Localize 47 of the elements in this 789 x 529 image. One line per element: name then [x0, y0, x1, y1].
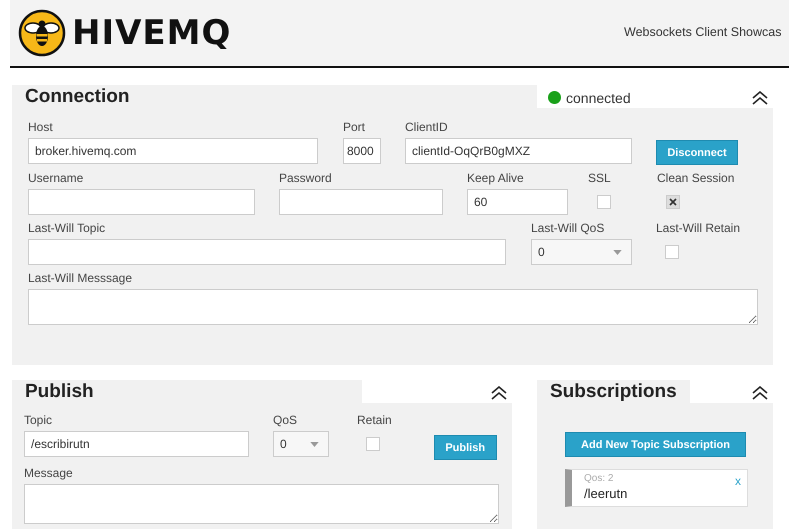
client-id-field[interactable]: clientId-OqQrB0gMXZ — [405, 138, 632, 164]
last-will-retain-checkbox[interactable] — [665, 245, 679, 259]
panel-title: Connection — [12, 85, 537, 108]
field-label: Username — [28, 171, 84, 187]
field-label: Retain — [357, 413, 392, 429]
retain-checkbox[interactable] — [366, 437, 380, 451]
keep-alive-field[interactable]: 60 — [467, 189, 568, 215]
field-label: Host — [28, 120, 54, 136]
status-text: connected — [566, 90, 631, 106]
field-label: Last-Will Retain — [656, 221, 740, 237]
subscription-topic: /leerutn — [584, 486, 628, 501]
last-will-qos-dropdown[interactable]: 0 — [531, 239, 632, 265]
caret-icon — [613, 250, 622, 254]
qos-label: Qos: 2 — [584, 473, 614, 484]
caret-icon — [310, 442, 319, 446]
host-field[interactable]: broker.hivemq.com — [28, 138, 318, 164]
port-field[interactable]: 8000 — [343, 138, 381, 164]
field-label: Topic — [24, 413, 54, 429]
clean-session-checkbox[interactable] — [666, 195, 680, 209]
field-label: Keep Alive — [467, 171, 525, 187]
last-will-topic-field[interactable] — [28, 239, 506, 265]
field-label: Password — [279, 171, 333, 187]
field-label: Port — [343, 120, 366, 136]
field-label: Message — [24, 466, 74, 482]
collapse-icon[interactable] — [491, 386, 507, 400]
field-label: Last-Will Topic — [28, 221, 106, 237]
collapse-icon[interactable] — [752, 90, 768, 104]
panel-title: Subscriptions — [537, 380, 690, 403]
field-label: ClientID — [405, 120, 449, 136]
last-will-message-field[interactable] — [28, 289, 758, 325]
field-label: Clean Session — [657, 171, 734, 187]
topic-field[interactable]: /escribirutn — [24, 431, 249, 457]
qos-dropdown[interactable]: 0 — [273, 431, 329, 457]
collapse-icon[interactable] — [752, 386, 768, 400]
field-label: QoS — [273, 413, 298, 429]
ssl-checkbox[interactable] — [597, 195, 611, 209]
username-field[interactable] — [28, 189, 255, 215]
field-label: SSL — [588, 171, 612, 187]
page-subtitle: Websockets Client Showcas — [624, 25, 782, 39]
panel-title: Publish — [12, 380, 362, 403]
bee-logo-icon — [18, 9, 66, 57]
logo-text: HIVEMQ — [72, 13, 232, 53]
field-label: Last-Will Messsage — [28, 271, 134, 287]
password-field[interactable] — [279, 189, 443, 215]
field-label: Last-Will QoS — [531, 221, 606, 237]
subscription-item[interactable]: Qos: 2 /leerutn x — [565, 469, 748, 507]
message-field[interactable] — [24, 484, 499, 524]
